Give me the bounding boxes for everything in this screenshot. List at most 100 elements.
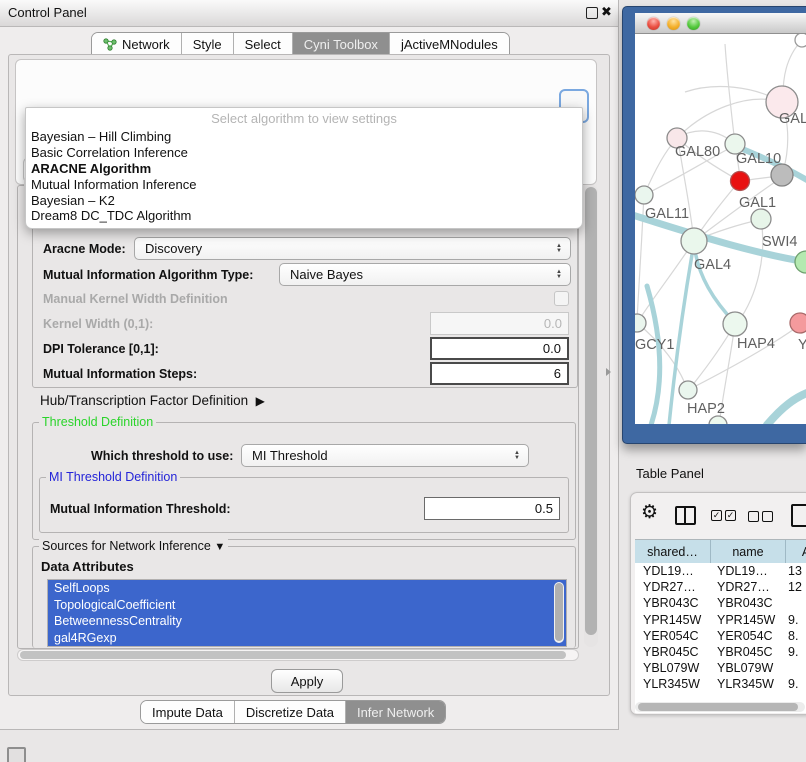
table-row[interactable]: YER054CYER054C8.	[635, 628, 806, 644]
mi-algorithm-type-combo[interactable]: Naive Bayes ▲▼	[279, 263, 571, 286]
data-attributes-label: Data Attributes	[41, 559, 134, 574]
network-node-swi4[interactable]	[795, 251, 806, 273]
vertical-scrollbar[interactable]	[584, 185, 598, 647]
unchecked-column-icon[interactable]	[748, 511, 759, 522]
spinner-icon[interactable]: ▲▼	[556, 270, 562, 280]
network-node-hap2[interactable]	[679, 381, 697, 399]
close-traffic-light[interactable]	[647, 17, 660, 30]
table-cell: YDR27…	[635, 580, 711, 594]
which-threshold-combo[interactable]: MI Threshold ▲▼	[241, 444, 529, 467]
node-table: shared… name A YDL19…YDL19…13YDR27…YDR27…	[635, 539, 806, 713]
function-builder-icon[interactable]	[791, 504, 806, 527]
data-attributes-list[interactable]: SelfLoopsTopologicalCoefficientBetweenne…	[47, 579, 567, 647]
algorithm-option[interactable]: Mutual Information Inference	[26, 176, 582, 192]
algorithm-option[interactable]: Bayesian – K2	[26, 192, 582, 208]
horizontal-scrollbar[interactable]	[17, 649, 579, 661]
panel-title: Control Panel	[8, 5, 87, 20]
attribute-list-item[interactable]: gal4RGexp	[48, 630, 566, 647]
minimize-traffic-light[interactable]	[667, 17, 680, 30]
checked-column-icon[interactable]: ✓	[711, 510, 722, 521]
table-cell: YDL19…	[635, 564, 711, 578]
tab-impute-data[interactable]: Impute Data	[141, 701, 235, 723]
network-canvas[interactable]: GAL7GAL80GAL10GAL1GAL11SWI4GAL4GCY1HAP4Y…	[635, 34, 806, 424]
table-row[interactable]: YBR043CYBR043C	[635, 595, 806, 611]
network-node-y[interactable]	[790, 313, 806, 333]
zoom-traffic-light[interactable]	[687, 17, 700, 30]
mi-type-label: Mutual Information Algorithm Type:	[43, 268, 253, 282]
table-cell: YER054C	[711, 629, 786, 643]
table-row[interactable]: YBL079WYBL079W	[635, 660, 806, 676]
column-layout-icon[interactable]	[675, 506, 696, 525]
spinner-icon[interactable]: ▲▼	[514, 451, 520, 461]
table-panel-title: Table Panel	[636, 466, 704, 481]
network-node[interactable]	[709, 416, 727, 424]
algorithm-option[interactable]: ARACNE Algorithm	[26, 161, 582, 177]
unchecked-column-icon[interactable]	[762, 511, 773, 522]
mi-steps-field[interactable]: 6	[430, 362, 569, 385]
dpi-tolerance-field[interactable]: 0.0	[430, 337, 569, 360]
network-node[interactable]	[795, 34, 806, 47]
aracne-mode-combo[interactable]: Discovery ▲▼	[134, 237, 571, 260]
table-panel: ⚙ ✓ ✓ shared… name A YDL19…YDL19…13YDR27…	[630, 492, 806, 715]
node-label: HAP2	[687, 401, 725, 417]
attribute-list-item[interactable]: BetweennessCentrality	[48, 613, 566, 630]
list-scrollbar[interactable]	[554, 582, 564, 643]
algorithm-option[interactable]: Bayesian – Hill Climbing	[26, 129, 582, 145]
kernel-width-field[interactable]: 0.0	[430, 312, 569, 335]
network-window-titlebar[interactable]	[635, 13, 806, 34]
tab-label: Network	[122, 37, 170, 52]
attribute-list-item[interactable]: SelfLoops	[48, 580, 566, 597]
tab-select[interactable]: Select	[234, 33, 293, 55]
tab-cyni-toolbox[interactable]: Cyni Toolbox	[293, 33, 390, 55]
network-edges-thick	[635, 146, 806, 424]
algorithm-option[interactable]: Basic Correlation Inference	[26, 145, 582, 161]
network-node[interactable]	[771, 164, 793, 186]
manual-kernel-checkbox[interactable]	[554, 291, 569, 306]
table-horizontal-scrollbar[interactable]	[635, 702, 805, 712]
threshold-definition-group: Threshold Definition Which threshold to …	[32, 422, 576, 540]
node-label: SWI4	[762, 234, 797, 250]
attribute-list-item[interactable]: TopologicalCoefficient	[48, 597, 566, 614]
gear-icon[interactable]: ⚙	[641, 501, 658, 524]
table-row[interactable]: YBR045CYBR045C9.	[635, 644, 806, 660]
table-cell: YDR27…	[711, 580, 786, 594]
tab-style[interactable]: Style	[182, 33, 234, 55]
tab-infer-network[interactable]: Infer Network	[346, 701, 445, 723]
mi-threshold-field[interactable]: 0.5	[424, 497, 560, 520]
collapsed-panel-icon[interactable]	[7, 747, 26, 762]
hub-definition-toggle[interactable]: Hub/Transcription Factor Definition ▶	[40, 393, 265, 408]
table-row[interactable]: YLR345WYLR345W9.	[635, 676, 806, 692]
spinner-icon[interactable]: ▲▼	[556, 244, 562, 254]
column-header-partial[interactable]: A	[786, 540, 806, 563]
node-label: GAL7	[779, 111, 806, 127]
table-row[interactable]: YIL052CYIL052C9.	[635, 693, 806, 695]
control-panel-titlebar[interactable]: Control Panel ✖	[0, 0, 618, 27]
dropdown-arrow-icon[interactable]: ▼	[214, 541, 225, 553]
tab-jactivemnodules[interactable]: jActiveMNodules	[390, 33, 509, 55]
algorithm-option[interactable]: Dream8 DC_TDC Algorithm	[26, 208, 582, 224]
close-icon[interactable]: ✖	[601, 4, 612, 20]
network-node[interactable]	[731, 172, 750, 191]
table-body: YDL19…YDL19…13YDR27…YDR27…12YBR043CYBR04…	[635, 563, 806, 694]
checked-column-icon[interactable]: ✓	[725, 510, 736, 521]
sources-legend[interactable]: Sources for Network Inference ▼	[39, 539, 228, 553]
tab-network[interactable]: Network	[92, 33, 182, 55]
network-node-gal11[interactable]	[635, 186, 653, 204]
pane-splitter-grip[interactable]	[606, 368, 611, 376]
table-row[interactable]: YPR145WYPR145W9.	[635, 612, 806, 628]
network-view-window[interactable]: GAL7GAL80GAL10GAL1GAL11SWI4GAL4GCY1HAP4Y…	[622, 6, 806, 444]
table-row[interactable]: YDL19…YDL19…13	[635, 563, 806, 579]
tab-discretize-data[interactable]: Discretize Data	[235, 701, 346, 723]
network-node-gal4[interactable]	[681, 228, 707, 254]
float-window-icon[interactable]	[586, 7, 598, 19]
node-label: GAL80	[675, 144, 720, 160]
network-node-hap4[interactable]	[723, 312, 747, 336]
mi-threshold-group: MI Threshold Definition Mutual Informati…	[39, 477, 569, 533]
network-node-gal1[interactable]	[751, 209, 771, 229]
column-header-shared-name[interactable]: shared…	[635, 540, 711, 563]
column-header-name[interactable]: name	[711, 540, 786, 563]
apply-button[interactable]: Apply	[271, 669, 343, 693]
collapse-arrow-icon[interactable]: ▶	[256, 394, 265, 408]
table-row[interactable]: YDR27…YDR27…12	[635, 579, 806, 595]
table-cell: YLR345W	[635, 677, 711, 691]
